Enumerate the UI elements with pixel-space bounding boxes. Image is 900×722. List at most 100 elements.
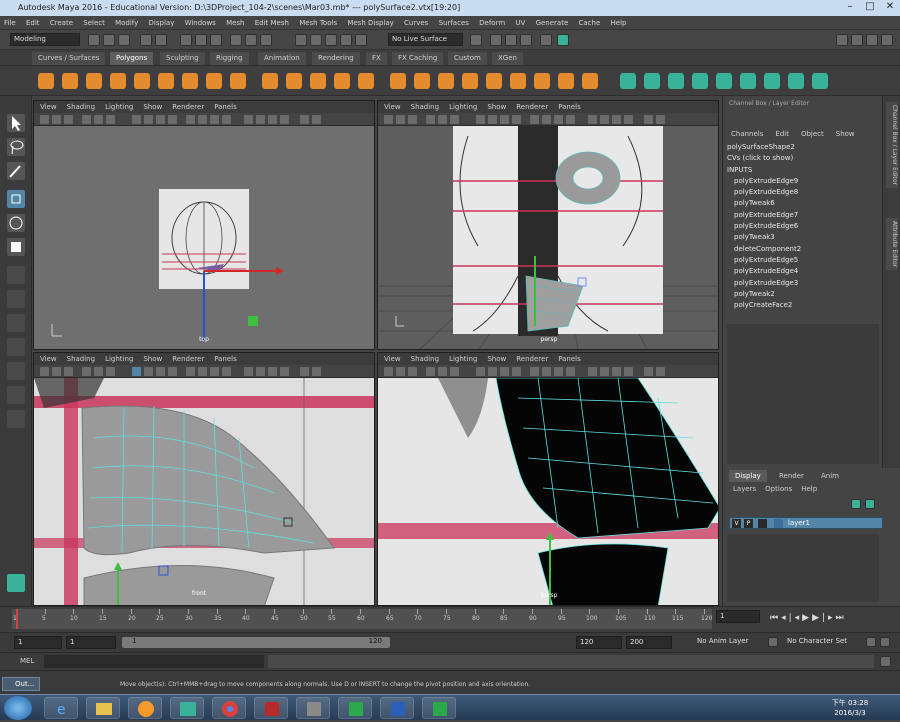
gamma-icon[interactable] — [644, 115, 653, 124]
shelf-tab-curves[interactable]: Curves / Surfaces — [32, 52, 106, 65]
new-layer-icon[interactable] — [851, 499, 861, 509]
motion-blur-icon[interactable] — [554, 115, 563, 124]
render-settings-icon[interactable] — [520, 34, 532, 46]
media-player-taskbar-icon[interactable] — [128, 697, 162, 719]
xray-icon[interactable] — [600, 115, 609, 124]
camera-icon[interactable] — [52, 115, 61, 124]
input-node[interactable]: polyExtrudeEdge4 — [727, 266, 877, 277]
lights-icon[interactable] — [512, 115, 521, 124]
panel-menu-shading[interactable]: Shading — [411, 103, 439, 111]
isolate-icon[interactable] — [244, 115, 253, 124]
shelf-tab-animation[interactable]: Animation — [258, 52, 306, 65]
textured-icon[interactable] — [500, 115, 509, 124]
bevel-icon[interactable] — [438, 73, 454, 89]
smooth-shade-icon[interactable] — [488, 367, 497, 376]
panel-menu-panels[interactable]: Panels — [558, 355, 581, 363]
uv-spherical-icon[interactable] — [668, 73, 684, 89]
start-button[interactable] — [4, 696, 32, 720]
channel-menu-show[interactable]: Show — [836, 130, 855, 138]
viewport-top-canvas[interactable]: top — [34, 126, 374, 349]
xray-icon[interactable] — [256, 115, 265, 124]
time-slider[interactable]: 1 5 10 15 20 25 30 35 40 45 50 55 60 65 70 75 80 85 90 95 10… — [0, 606, 900, 632]
anim-layer-dropdown[interactable]: No Anim Layer — [694, 636, 764, 649]
character-set-icon[interactable] — [866, 637, 876, 647]
snap-curve-icon[interactable] — [310, 34, 322, 46]
textured-icon[interactable] — [156, 367, 165, 376]
smooth-shade-icon[interactable] — [488, 115, 497, 124]
ambient-occlusion-icon[interactable] — [198, 367, 207, 376]
xray-icon[interactable] — [256, 367, 265, 376]
layer-row[interactable]: V P layer1 — [729, 517, 883, 529]
wireframe-icon[interactable] — [132, 115, 141, 124]
camera-icon[interactable] — [384, 115, 393, 124]
camtasia-taskbar-icon[interactable] — [338, 697, 372, 719]
menu-help[interactable]: Help — [607, 16, 631, 30]
poly-sphere-icon[interactable] — [38, 73, 54, 89]
camera-icon[interactable] — [396, 367, 405, 376]
bookmark-icon[interactable] — [408, 115, 417, 124]
ambient-occlusion-icon[interactable] — [542, 115, 551, 124]
isolate-icon[interactable] — [244, 367, 253, 376]
channel-menu-channels[interactable]: Channels — [731, 130, 763, 138]
bookmark-icon[interactable] — [408, 367, 417, 376]
xray-components-icon[interactable] — [624, 367, 633, 376]
resolution-gate-icon[interactable] — [106, 115, 115, 124]
menu-mesh-display[interactable]: Mesh Display — [343, 16, 397, 30]
exposure-icon[interactable] — [312, 115, 321, 124]
xray-components-icon[interactable] — [624, 115, 633, 124]
poly-torus-icon[interactable] — [134, 73, 150, 89]
poly-pipe-icon[interactable] — [206, 73, 222, 89]
explorer-taskbar-icon[interactable] — [86, 697, 120, 719]
time-ruler[interactable]: 1 5 10 15 20 25 30 35 40 45 50 55 60 65 70 75 80 85 90 95 10… — [12, 609, 712, 629]
xray-joints-icon[interactable] — [612, 115, 621, 124]
app-taskbar-icon[interactable] — [296, 697, 330, 719]
maya-taskbar-icon[interactable] — [170, 697, 204, 719]
layer-playback-toggle[interactable]: P — [744, 519, 753, 528]
layer-tab-anim[interactable]: Anim — [815, 470, 845, 482]
bookmark-icon[interactable] — [64, 367, 73, 376]
menu-surfaces[interactable]: Surfaces — [435, 16, 473, 30]
layout-uv-icon[interactable] — [7, 410, 25, 428]
grid-icon[interactable] — [426, 115, 435, 124]
input-node[interactable]: deleteComponent2 — [727, 244, 877, 255]
uv-cylindrical-icon[interactable] — [644, 73, 660, 89]
acrobat-taskbar-icon[interactable] — [254, 697, 288, 719]
input-node[interactable]: polyCreateFace2 — [727, 300, 877, 311]
ipr-render-icon[interactable] — [505, 34, 517, 46]
select-component-icon[interactable] — [210, 34, 222, 46]
menu-curves[interactable]: Curves — [400, 16, 432, 30]
select-tool-icon[interactable] — [7, 114, 25, 132]
current-time-marker[interactable] — [16, 609, 18, 629]
word-taskbar-icon[interactable] — [380, 697, 414, 719]
scale-tool-icon[interactable] — [7, 238, 25, 256]
extrude-icon[interactable] — [390, 73, 406, 89]
wireframe-icon[interactable] — [476, 115, 485, 124]
menu-modify[interactable]: Modify — [111, 16, 142, 30]
workspace-icon[interactable] — [881, 34, 893, 46]
ambient-occlusion-icon[interactable] — [198, 115, 207, 124]
checker-icon[interactable] — [740, 73, 756, 89]
layer-visibility-toggle[interactable]: V — [732, 519, 741, 528]
anti-alias-icon[interactable] — [222, 115, 231, 124]
motion-blur-icon[interactable] — [210, 367, 219, 376]
shadows-icon[interactable] — [530, 115, 539, 124]
panel-menu-shading[interactable]: Shading — [411, 355, 439, 363]
shelf-tab-custom[interactable]: Custom — [448, 52, 487, 65]
menu-deform[interactable]: Deform — [475, 16, 509, 30]
layer-tab-render[interactable]: Render — [773, 470, 810, 482]
animation-end-field[interactable]: 200 — [626, 636, 672, 649]
poly-cone-icon[interactable] — [110, 73, 126, 89]
uv-cut-icon[interactable] — [764, 73, 780, 89]
shelf-tab-rigging[interactable]: Rigging — [210, 52, 249, 65]
panel-menu-show[interactable]: Show — [143, 355, 162, 363]
panel-menu-lighting[interactable]: Lighting — [449, 103, 477, 111]
shelf-tab-xgen[interactable]: XGen — [492, 52, 523, 65]
mask-icon[interactable] — [260, 34, 272, 46]
lasso-tool-icon[interactable] — [7, 138, 25, 156]
resolution-gate-icon[interactable] — [450, 367, 459, 376]
smooth-icon[interactable] — [310, 73, 326, 89]
panel-menu-shading[interactable]: Shading — [67, 103, 95, 111]
layer-menu-layers[interactable]: Layers — [733, 485, 756, 493]
wireframe-icon[interactable] — [476, 367, 485, 376]
film-gate-icon[interactable] — [94, 115, 103, 124]
